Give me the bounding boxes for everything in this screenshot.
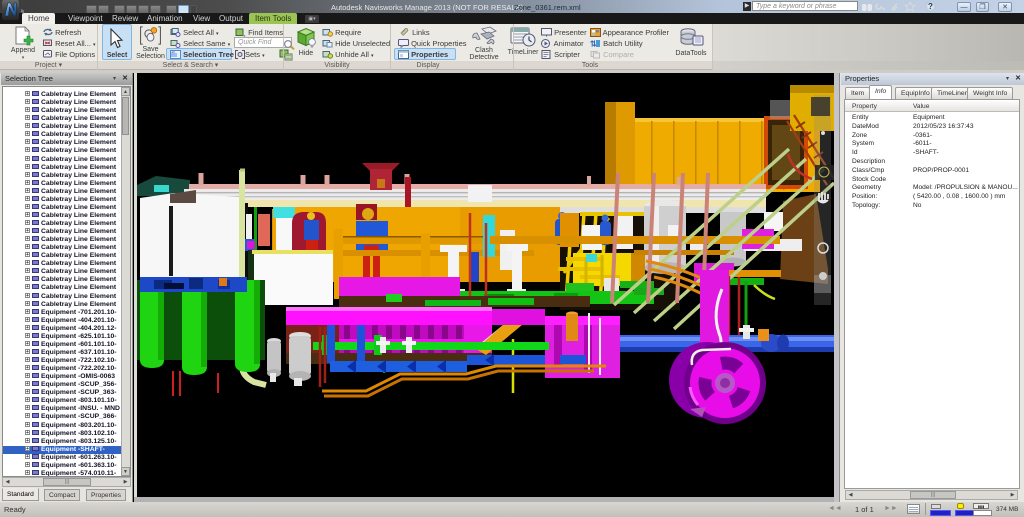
svg-text:⇅: ⇅ bbox=[590, 40, 597, 49]
